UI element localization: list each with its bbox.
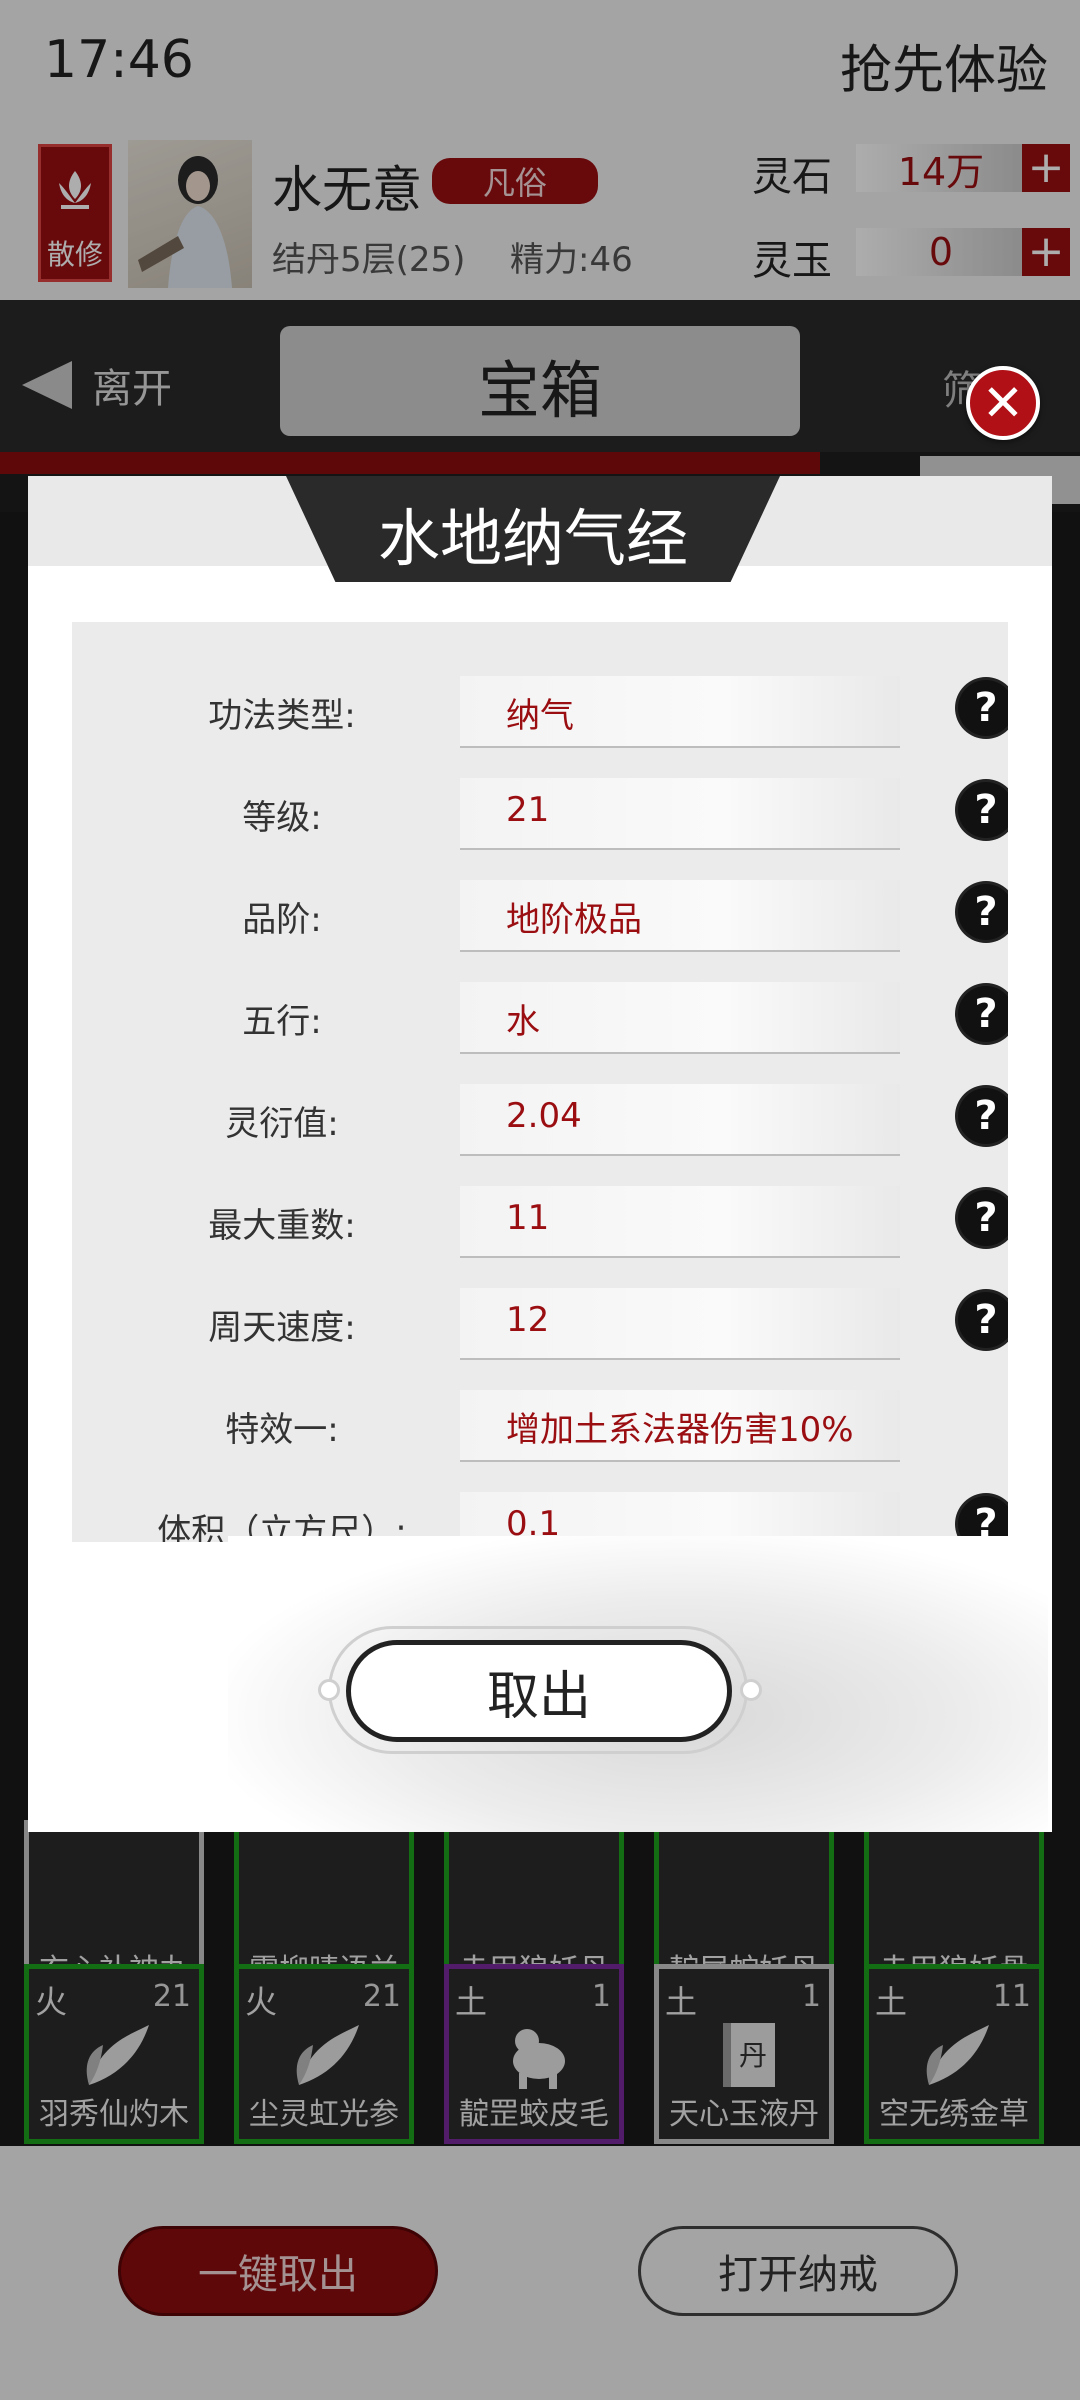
- attribute-label: 最大重数:: [208, 1206, 356, 1246]
- attribute-row: 五行: 水 ?: [72, 976, 1008, 1066]
- technique-detail-dialog: 水地纳气经 功法类型: 纳气 ? 等级: 21 ? 品阶: 地阶极品 ? 五行:…: [28, 476, 1052, 1832]
- attribute-value: 地阶极品: [506, 900, 642, 940]
- attribute-value: 增加土系法器伤害10%: [506, 1410, 854, 1450]
- take-out-button[interactable]: 取出: [346, 1640, 732, 1742]
- attribute-value: 水: [506, 1002, 540, 1042]
- attribute-value: 2.04: [506, 1096, 582, 1136]
- help-icon[interactable]: ?: [958, 1292, 1008, 1348]
- help-icon[interactable]: ?: [958, 782, 1008, 838]
- attribute-value: 11: [506, 1198, 550, 1238]
- attribute-label: 五行:: [242, 1002, 322, 1042]
- close-icon[interactable]: ✕: [966, 366, 1040, 440]
- button-knob-right: [740, 1679, 762, 1701]
- attribute-value: 纳气: [506, 696, 574, 736]
- attribute-label: 品阶:: [242, 900, 322, 940]
- attribute-row: 最大重数: 11 ?: [72, 1180, 1008, 1270]
- attribute-row: 特效一: 增加土系法器伤害10%: [72, 1384, 1008, 1474]
- attribute-label: 功法类型:: [208, 696, 356, 736]
- attribute-row: 品阶: 地阶极品 ?: [72, 874, 1008, 964]
- attribute-row: 周天速度: 12 ?: [72, 1282, 1008, 1372]
- help-icon[interactable]: ?: [958, 1190, 1008, 1246]
- attribute-row: 体积（立方尺）: 0.1 ?: [72, 1486, 1008, 1542]
- attribute-row: 等级: 21 ?: [72, 772, 1008, 862]
- attribute-label: 特效一:: [225, 1410, 339, 1450]
- attribute-row: 灵衍值: 2.04 ?: [72, 1078, 1008, 1168]
- help-icon[interactable]: ?: [958, 986, 1008, 1042]
- attribute-row: 功法类型: 纳气 ?: [72, 670, 1008, 760]
- attribute-label: 等级:: [242, 798, 322, 838]
- help-icon[interactable]: ?: [958, 680, 1008, 736]
- attribute-value: 21: [506, 790, 550, 830]
- help-icon[interactable]: ?: [958, 1088, 1008, 1144]
- attribute-label: 周天速度:: [208, 1308, 356, 1348]
- attribute-value: 12: [506, 1300, 550, 1340]
- dialog-title: 水地纳气经: [377, 502, 688, 575]
- help-icon[interactable]: ?: [958, 884, 1008, 940]
- button-knob-left: [318, 1679, 340, 1701]
- attribute-list[interactable]: 功法类型: 纳气 ? 等级: 21 ? 品阶: 地阶极品 ? 五行: 水 ? 灵…: [72, 622, 1008, 1542]
- attribute-label: 灵衍值:: [225, 1104, 339, 1144]
